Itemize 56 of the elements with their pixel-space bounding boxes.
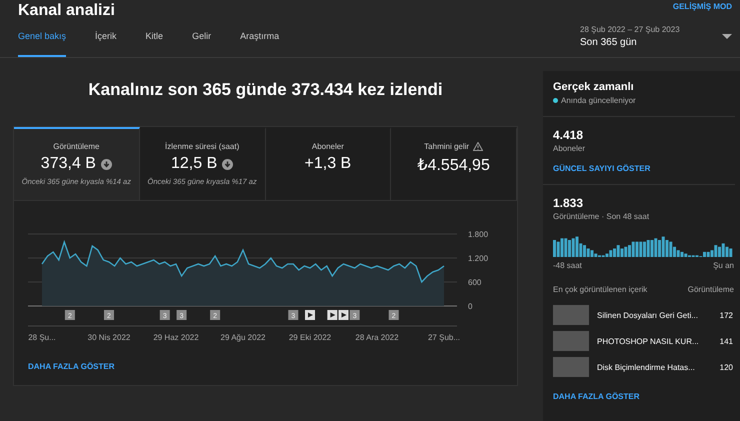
metric-value: 12,5 B: [170, 155, 218, 173]
y-axis-label: 600: [468, 278, 482, 287]
show-more-link[interactable]: DAHA FAZLA GÖSTER: [553, 392, 640, 401]
video-marker-icon[interactable]: [305, 310, 315, 320]
y-axis-label: 0: [468, 302, 472, 311]
video-title[interactable]: Disk Biçimlendirme Hatas...: [597, 362, 720, 372]
metric-value: ₺4.554,95: [417, 156, 490, 175]
x-axis-label: 29 Haz 2022: [153, 333, 199, 342]
axis-end-label: Şu an: [713, 261, 734, 270]
thumbnail-placeholder: [553, 357, 589, 377]
caret-icon: [722, 34, 732, 39]
y-axis-label: 1.800: [468, 230, 488, 239]
metric-label: Aboneler: [312, 142, 344, 151]
metric-label: Görüntüleme: [53, 142, 100, 151]
page-title: Kanal analizi: [18, 2, 116, 20]
views-count: 1.833: [553, 196, 584, 210]
y-axis-label: 1.200: [468, 254, 488, 263]
nav-tab[interactable]: Gelir: [192, 31, 212, 57]
column-header: Görüntüleme: [688, 285, 734, 294]
headline: Kanalınız son 365 günde 373.434 kez izlendi: [87, 80, 444, 100]
video-marker-icon[interactable]: [338, 310, 348, 320]
subscriber-label: Aboneler: [553, 144, 586, 153]
nav-tab[interactable]: İçerik: [95, 31, 117, 57]
column-header: En çok görüntülenen içerik: [553, 285, 648, 294]
video-title[interactable]: PHOTOSHOP NASIL KUR...: [597, 336, 720, 346]
x-axis-label: 30 Nis 2022: [88, 333, 130, 342]
x-axis-label: 29 Eki 2022: [288, 333, 332, 342]
card-title: Gerçek zamanlı: [553, 81, 635, 93]
axis-start-label: -48 saat: [553, 261, 582, 270]
subscriber-count: 4.418: [553, 128, 584, 142]
thumbnail-placeholder: [553, 305, 589, 325]
view-count: 120: [720, 362, 734, 372]
video-marker-icon[interactable]: [327, 310, 338, 320]
date-range-dropdown[interactable]: 28 Şub 2022 – 27 Şub 2023 Son 365 gün: [580, 25, 732, 48]
nav-tab[interactable]: Araştırma: [240, 31, 280, 57]
thumbnail-placeholder: [553, 331, 589, 351]
nav-tab[interactable]: Kitle: [146, 31, 164, 57]
metric-value: 373,4 B: [40, 155, 96, 173]
nav-tab[interactable]: Genel bakış: [18, 31, 66, 57]
metric-label: İzlenme süresi (saat): [165, 142, 240, 151]
show-more-link[interactable]: DAHA FAZLA GÖSTER: [28, 362, 115, 371]
metric-value: +1,3 B: [304, 155, 352, 173]
views-label: Görüntüleme · Son 48 saat: [553, 212, 650, 221]
x-axis-label: 29 Ağu 2022: [220, 333, 266, 342]
view-count: 172: [720, 310, 734, 320]
x-axis-label: 27 Şub...: [428, 333, 460, 342]
metric-label: Tahmini gelir: [424, 142, 484, 151]
live-dot-icon: [553, 98, 558, 103]
x-axis-label: 28 Ara 2022: [355, 333, 399, 342]
x-axis-label: 28 Şu...: [28, 333, 56, 342]
advanced-mode-link[interactable]: GELİŞMİŞ MOD: [672, 2, 732, 11]
video-title[interactable]: Silinen Dosyaları Geri Geti...: [597, 310, 720, 320]
live-status: Anında güncelleniyor: [561, 96, 636, 105]
view-count: 141: [720, 336, 734, 346]
show-count-link[interactable]: GÜNCEL SAYIYI GÖSTER: [553, 164, 650, 173]
warning-icon: [473, 142, 484, 151]
